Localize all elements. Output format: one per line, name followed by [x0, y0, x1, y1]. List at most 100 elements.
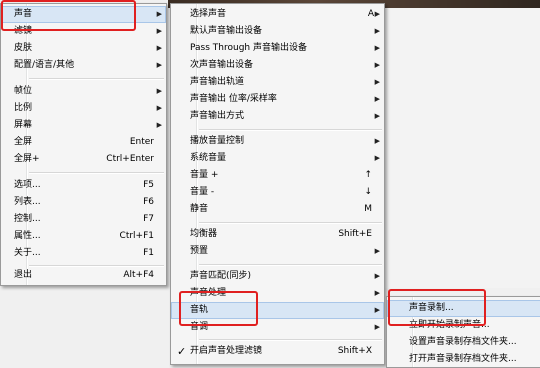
menu-item-label: 声音输出 位率/采样率: [190, 94, 277, 104]
submenu-arrow-icon: ▶: [374, 306, 380, 314]
submenu-arrow-icon: ▶: [374, 154, 380, 162]
submenu-arrow-icon: ▶: [374, 137, 380, 145]
menu-item-label: 全屏+: [14, 154, 40, 164]
menu-item-label: 声音输出方式: [190, 111, 245, 121]
menu-item-sound-sync[interactable]: 声音匹配(同步) ▶: [171, 268, 384, 285]
video-area-right: [385, 8, 540, 288]
menu-item-mute[interactable]: 静音 M: [171, 201, 384, 218]
menu-shortcut: Shift+X: [337, 346, 372, 356]
menu-item-options[interactable]: 选项... F5: [1, 177, 166, 194]
submenu-arrow-icon: ▶: [156, 121, 162, 129]
menu-item-label: 次声音输出设备: [190, 60, 254, 70]
submenu-arrow-icon: ▶: [374, 323, 380, 331]
annotation-box-record-sound: [388, 289, 486, 326]
menu-item-volume-up[interactable]: 音量 + ↑: [171, 167, 384, 184]
submenu-arrow-icon: ▶: [374, 112, 380, 120]
menu-shortcut: Enter: [129, 137, 154, 147]
menu-item-label: 系统音量: [190, 153, 227, 163]
menu-item-screen[interactable]: 屏幕 ▶: [1, 117, 166, 134]
menu-item-properties[interactable]: 属性... Ctrl+F1: [1, 228, 166, 245]
menu-shortcut: Alt+F4: [123, 270, 154, 280]
submenu-arrow-icon: ▶: [156, 61, 162, 69]
menu-item-label: 全屏: [14, 137, 33, 147]
menu-item-output-mode[interactable]: 声音输出方式 ▶: [171, 108, 384, 125]
menu-item-label: 声音输出轨道: [190, 77, 245, 87]
menu-item-label: 播放音量控制: [190, 136, 245, 146]
menu-item-ratio[interactable]: 比例 ▶: [1, 100, 166, 117]
submenu-arrow-icon: ▶: [156, 44, 162, 52]
menu-item-label: 均衡器: [190, 229, 218, 239]
menu-item-equalizer[interactable]: 均衡器 Shift+E: [171, 226, 384, 243]
submenu-arrow-icon: ▶: [374, 61, 380, 69]
annotation-box-sound: [1, 0, 136, 31]
menu-item-config[interactable]: 配置/语言/其他 ▶: [1, 57, 166, 74]
menu-item-fullscreen-plus[interactable]: 全屏+ Ctrl+Enter: [1, 151, 166, 168]
menu-shortcut: Ctrl+Enter: [106, 154, 154, 164]
menu-separator: [199, 129, 382, 131]
menu-item-output-track[interactable]: 声音输出轨道 ▶: [171, 74, 384, 91]
menu-shortcut: ↑: [364, 170, 372, 180]
submenu-arrow-icon: ▶: [374, 10, 380, 18]
menu-item-output-bitrate[interactable]: 声音输出 位率/采样率 ▶: [171, 91, 384, 108]
menu-item-label: 声音匹配(同步): [190, 271, 252, 281]
submenu-arrow-icon: ▶: [374, 289, 380, 297]
menu-shortcut: F6: [143, 197, 154, 207]
menu-separator: [199, 222, 382, 224]
menu-item-label: Pass Through 声音输出设备: [190, 43, 307, 53]
menu-item-system-volume[interactable]: 系统音量 ▶: [171, 150, 384, 167]
menu-separator: [29, 172, 164, 174]
menu-shortcut: ↓: [364, 187, 372, 197]
menu-item-fullscreen[interactable]: 全屏 Enter: [1, 134, 166, 151]
menu-separator: [199, 339, 382, 341]
menu-shortcut: M: [364, 204, 372, 214]
menu-item-label: 屏幕: [14, 120, 33, 130]
menu-item-passthrough-output[interactable]: Pass Through 声音输出设备 ▶: [171, 40, 384, 57]
submenu-arrow-icon: ▶: [156, 10, 162, 18]
menu-item-label: 静音: [190, 204, 209, 214]
menu-item-volume-down[interactable]: 音量 - ↓: [171, 184, 384, 201]
submenu-arrow-icon: ▶: [156, 27, 162, 35]
checkmark-icon: ✓: [177, 345, 187, 358]
menu-item-label: 选择声音: [190, 9, 227, 19]
menu-item-label: 开启声音处理滤镜: [190, 346, 263, 356]
menu-item-label: 默认声音输出设备: [190, 26, 263, 36]
submenu-arrow-icon: ▶: [374, 44, 380, 52]
menu-item-preset[interactable]: 预置 ▶: [171, 243, 384, 260]
submenu-arrow-icon: ▶: [374, 272, 380, 280]
menu-item-label: 预置: [190, 246, 209, 256]
submenu-arrow-icon: ▶: [374, 78, 380, 86]
submenu-arrow-icon: ▶: [374, 95, 380, 103]
menu-item-default-output[interactable]: 默认声音输出设备 ▶: [171, 23, 384, 40]
menu-shortcut: A: [367, 9, 374, 19]
menu-item-playlist[interactable]: 列表... F6: [1, 194, 166, 211]
menu-item-label: 比例: [14, 103, 33, 113]
menu-item-secondary-output[interactable]: 次声音输出设备 ▶: [171, 57, 384, 74]
menu-item-playback-volume[interactable]: 播放音量控制 ▶: [171, 133, 384, 150]
menu-shortcut: F1: [143, 248, 154, 258]
menu-item-set-record-folder[interactable]: 设置声音录制存档文件夹...: [387, 334, 540, 351]
annotation-box-audio-track: [179, 291, 258, 326]
menu-item-label: 设置声音录制存档文件夹...: [409, 337, 517, 347]
menu-item-label: 选项...: [14, 180, 41, 190]
menu-item-about[interactable]: 关于... F1: [1, 245, 166, 262]
menu-item-label: 音量 +: [190, 170, 219, 180]
menu-item-label: 退出: [14, 270, 33, 280]
menu-item-skin[interactable]: 皮肤 ▶: [1, 40, 166, 57]
menu-item-frame[interactable]: 帧位 ▶: [1, 83, 166, 100]
menu-shortcut: Shift+E: [338, 229, 372, 239]
submenu-arrow-icon: ▶: [374, 27, 380, 35]
menu-separator: [199, 264, 382, 266]
menu-item-label: 帧位: [14, 86, 33, 96]
menu-item-label: 音量 -: [190, 187, 215, 197]
menu-item-label: 关于...: [14, 248, 41, 258]
main-context-menu: 声音 ▶ 滤镜 ▶ 皮肤 ▶ 配置/语言/其他 ▶ 帧位 ▶ 比例 ▶ 屏幕 ▶ 全屏 Ente…: [0, 3, 167, 286]
menu-shortcut: Ctrl+F1: [119, 231, 154, 241]
submenu-arrow-icon: ▶: [374, 247, 380, 255]
menu-item-select-sound[interactable]: 选择声音 A ▶: [171, 6, 384, 23]
menu-item-label: 列表...: [14, 197, 41, 207]
menu-shortcut: F7: [143, 214, 154, 224]
menu-item-control[interactable]: 控制... F7: [1, 211, 166, 228]
menu-item-label: 控制...: [14, 214, 41, 224]
menu-item-enable-filter[interactable]: ✓ 开启声音处理滤镜 Shift+X: [171, 343, 384, 360]
menu-item-exit[interactable]: 退出 Alt+F4: [1, 267, 166, 284]
